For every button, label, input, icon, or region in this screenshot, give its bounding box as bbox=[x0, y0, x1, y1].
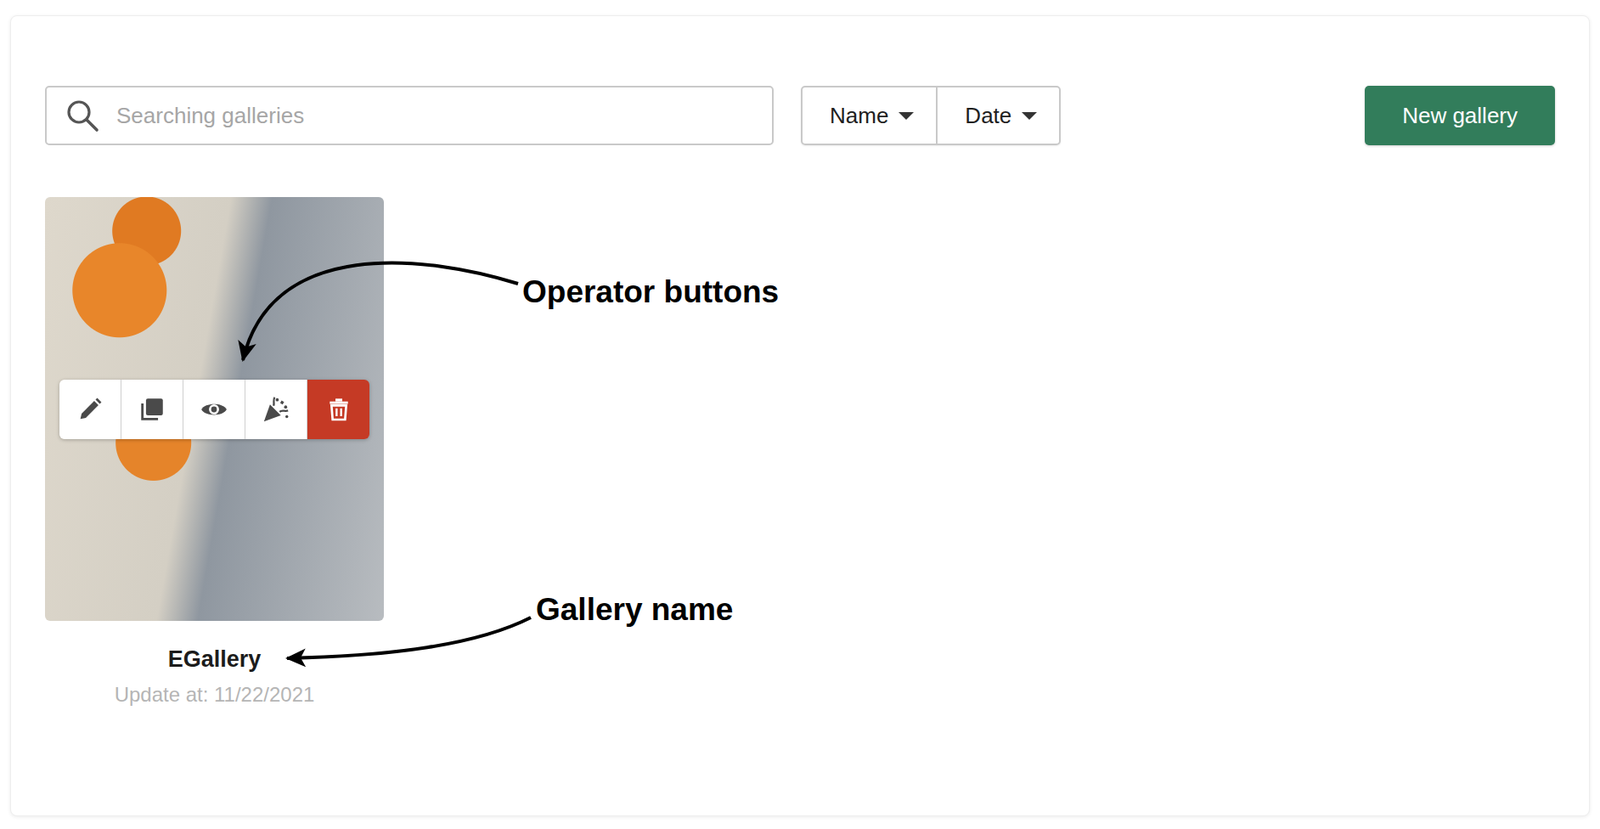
gallery-panel: Searching galleries Name Date New galler… bbox=[10, 15, 1590, 817]
delete-button[interactable] bbox=[307, 379, 370, 440]
party-popper-icon bbox=[261, 394, 291, 424]
operator-arrow bbox=[242, 263, 519, 361]
gallery-updated: Update at: 11/22/2021 bbox=[114, 682, 316, 707]
publish-button[interactable] bbox=[245, 379, 308, 440]
sort-label: Name bbox=[829, 102, 889, 130]
sort-button[interactable]: Date bbox=[937, 87, 1060, 144]
magnifier-icon bbox=[65, 98, 100, 133]
gallery-card: EGallery Update at: 11/22/2021 bbox=[45, 197, 384, 707]
toolbar: Searching galleries Name Date New galler… bbox=[45, 85, 1555, 146]
copy-icon bbox=[137, 394, 167, 424]
gallery-name[interactable]: EGallery bbox=[168, 646, 262, 673]
annotation-label: Gallery name bbox=[535, 591, 733, 629]
edit-button[interactable] bbox=[59, 379, 122, 440]
pencil-icon bbox=[75, 394, 105, 424]
gallery-thumbnail[interactable] bbox=[45, 197, 384, 621]
search-placeholder: Searching galleries bbox=[116, 102, 305, 130]
caret-down-icon bbox=[898, 112, 914, 120]
name-arrow bbox=[287, 617, 531, 659]
page: Searching galleries Name Date New galler… bbox=[0, 0, 1600, 829]
annotation-arrows bbox=[0, 0, 1600, 829]
gallery-grid: EGallery Update at: 11/22/2021 bbox=[45, 197, 1555, 707]
preview-button[interactable] bbox=[183, 379, 246, 440]
sort-button[interactable]: Name bbox=[802, 87, 938, 144]
search-field[interactable]: Searching galleries bbox=[45, 85, 774, 146]
caret-down-icon bbox=[1021, 112, 1037, 120]
new-gallery-button[interactable]: New gallery bbox=[1364, 85, 1555, 146]
duplicate-button[interactable] bbox=[121, 379, 184, 440]
sort-label: Date bbox=[964, 102, 1012, 130]
operator-buttons bbox=[59, 379, 370, 440]
trash-icon bbox=[325, 395, 353, 423]
annotation-label: Operator buttons bbox=[522, 273, 779, 311]
sort-group: Name Date bbox=[800, 85, 1061, 146]
eye-icon bbox=[199, 394, 229, 424]
